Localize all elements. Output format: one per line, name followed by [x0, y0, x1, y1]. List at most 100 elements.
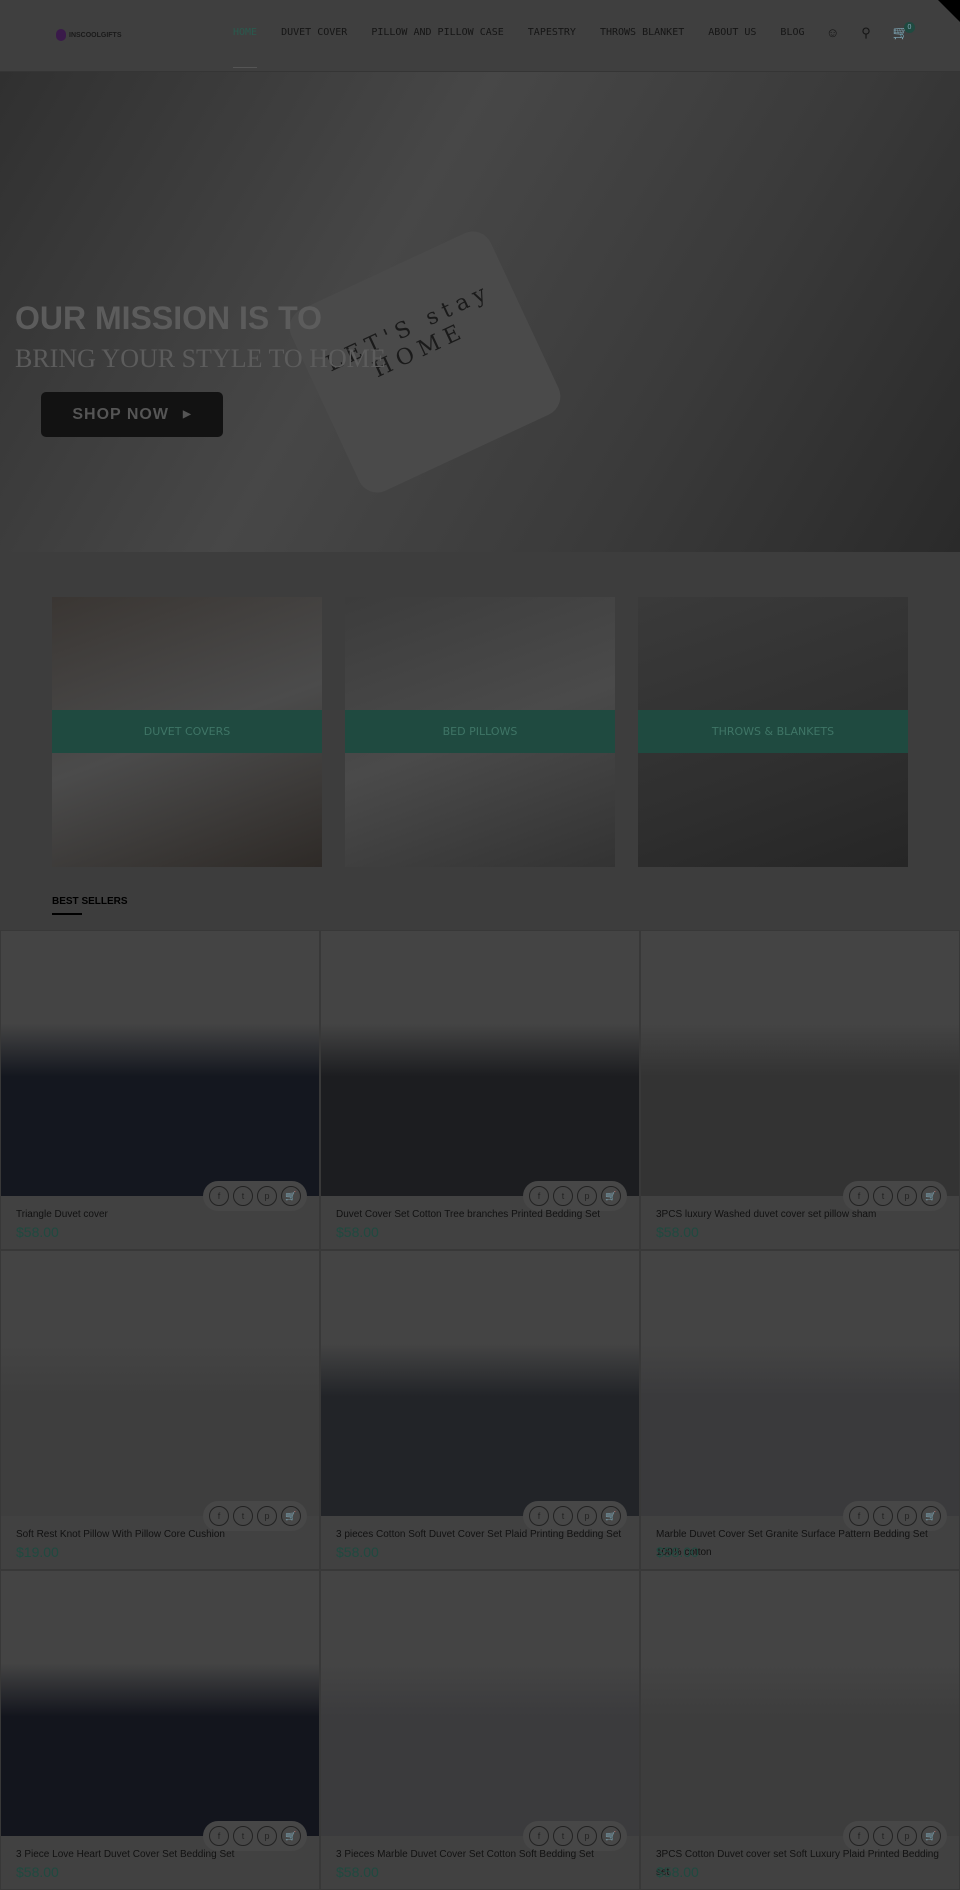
product-title[interactable]: Marble Duvet Cover Set Granite Surface P…: [656, 1526, 949, 1562]
twitter-icon[interactable]: t: [873, 1506, 893, 1526]
product-price: $58.00: [656, 1544, 699, 1560]
facebook-icon[interactable]: f: [529, 1186, 549, 1206]
product-image[interactable]: [321, 931, 639, 1196]
twitter-icon[interactable]: t: [233, 1826, 253, 1846]
product-card[interactable]: f t p 🛒 3 Piece Love Heart Duvet Cover Set …: [0, 1570, 320, 1890]
nav-home[interactable]: HOME: [233, 27, 258, 68]
twitter-icon[interactable]: t: [233, 1506, 253, 1526]
twitter-icon[interactable]: t: [553, 1826, 573, 1846]
product-card[interactable]: f t p 🛒 Duvet Cover Set Cotton Tree branche…: [320, 930, 640, 1250]
section-heading: BEST SELLERS: [52, 896, 128, 907]
product-card[interactable]: f t p 🛒 3 Pieces Marble Duvet Cover Set Cot…: [320, 1570, 640, 1890]
category-bed-pillows[interactable]: BED PILLOWS: [345, 597, 615, 867]
pinterest-icon[interactable]: p: [897, 1826, 917, 1846]
product-image[interactable]: [641, 931, 959, 1196]
hero-subtitle: BRING YOUR STYLE TO HOME: [15, 344, 386, 373]
logo-mark-icon: [56, 29, 66, 41]
add-to-cart-icon[interactable]: 🛒: [921, 1826, 941, 1846]
category-label: BED PILLOWS: [345, 710, 615, 753]
nav-duvet-cover[interactable]: DUVET COVER: [281, 27, 347, 38]
user-icon[interactable]: ☺: [826, 25, 839, 41]
facebook-icon[interactable]: f: [209, 1186, 229, 1206]
add-to-cart-icon[interactable]: 🛒: [921, 1506, 941, 1526]
product-title[interactable]: 3PCS Cotton Duvet cover set Soft Luxury …: [656, 1846, 949, 1882]
category-label: DUVET COVERS: [52, 710, 322, 753]
product-card[interactable]: f t p 🛒 Marble Duvet Cover Set Granite Surf…: [640, 1250, 960, 1570]
twitter-icon[interactable]: t: [553, 1506, 573, 1526]
facebook-icon[interactable]: f: [529, 1826, 549, 1846]
product-image[interactable]: [1, 1571, 319, 1836]
add-to-cart-icon[interactable]: 🛒: [281, 1186, 301, 1206]
product-price: $58.00: [16, 1224, 59, 1240]
product-card[interactable]: f t p 🛒 Triangle Duvet cover $58.00: [0, 930, 320, 1250]
product-price: $58.00: [336, 1864, 379, 1880]
product-price: $58.00: [16, 1864, 59, 1880]
product-card[interactable]: f t p 🛒 Soft Rest Knot Pillow With Pillow C…: [0, 1250, 320, 1570]
twitter-icon[interactable]: t: [873, 1186, 893, 1206]
nav-tapestry[interactable]: TAPESTRY: [528, 27, 576, 38]
add-to-cart-icon[interactable]: 🛒: [281, 1826, 301, 1846]
facebook-icon[interactable]: f: [209, 1826, 229, 1846]
product-price: $58.00: [336, 1224, 379, 1240]
product-title[interactable]: Soft Rest Knot Pillow With Pillow Core C…: [16, 1526, 309, 1544]
pinterest-icon[interactable]: p: [897, 1186, 917, 1206]
add-to-cart-icon[interactable]: 🛒: [281, 1506, 301, 1526]
shop-now-label: SHOP NOW: [72, 405, 169, 423]
cart-count-badge: 0: [904, 22, 915, 33]
pinterest-icon[interactable]: p: [897, 1506, 917, 1526]
product-card[interactable]: f t p 🛒 3PCS luxury Washed duvet cover set …: [640, 930, 960, 1250]
nav-blog[interactable]: BLOG: [780, 27, 804, 38]
play-arrow-icon: ▶: [182, 409, 192, 420]
pinterest-icon[interactable]: p: [257, 1826, 277, 1846]
category-label: THROWS & BLANKETS: [638, 710, 908, 753]
product-image[interactable]: [641, 1571, 959, 1836]
close-corner-button[interactable]: [938, 0, 960, 22]
product-price: $58.00: [336, 1544, 379, 1560]
pinterest-icon[interactable]: p: [577, 1506, 597, 1526]
product-title[interactable]: 3 Piece Love Heart Duvet Cover Set Beddi…: [16, 1846, 309, 1864]
add-to-cart-icon[interactable]: 🛒: [601, 1506, 621, 1526]
facebook-icon[interactable]: f: [209, 1506, 229, 1526]
pinterest-icon[interactable]: p: [577, 1186, 597, 1206]
facebook-icon[interactable]: f: [849, 1826, 869, 1846]
search-icon[interactable]: ⚲: [861, 25, 871, 41]
add-to-cart-icon[interactable]: 🛒: [601, 1186, 621, 1206]
product-image[interactable]: [321, 1571, 639, 1836]
logo-text: INSCOOLGIFTS: [69, 31, 122, 39]
add-to-cart-icon[interactable]: 🛒: [921, 1186, 941, 1206]
product-title[interactable]: 3PCS luxury Washed duvet cover set pillo…: [656, 1206, 949, 1224]
product-title[interactable]: Triangle Duvet cover: [16, 1206, 309, 1224]
twitter-icon[interactable]: t: [553, 1186, 573, 1206]
category-duvet-covers[interactable]: DUVET COVERS: [52, 597, 322, 867]
nav-pillow[interactable]: PILLOW AND PILLOW CASE: [371, 27, 503, 38]
twitter-icon[interactable]: t: [873, 1826, 893, 1846]
nav-throws-blanket[interactable]: THROWS BLANKET: [600, 27, 684, 38]
facebook-icon[interactable]: f: [529, 1506, 549, 1526]
product-card[interactable]: f t p 🛒 3 pieces Cotton Soft Duvet Cover Se…: [320, 1250, 640, 1570]
nav-about-us[interactable]: ABOUT US: [708, 27, 756, 38]
product-card[interactable]: f t p 🛒 3PCS Cotton Duvet cover set Soft Lu…: [640, 1570, 960, 1890]
main-nav: HOME DUVET COVER PILLOW AND PILLOW CASE …: [233, 27, 805, 68]
product-title[interactable]: 3 Pieces Marble Duvet Cover Set Cotton S…: [336, 1846, 629, 1864]
logo[interactable]: INSCOOLGIFTS: [56, 29, 122, 41]
twitter-icon[interactable]: t: [233, 1186, 253, 1206]
hero-title: OUR MISSION IS TO: [15, 300, 322, 336]
product-image[interactable]: [1, 1251, 319, 1516]
product-price: $19.00: [16, 1544, 59, 1560]
product-title[interactable]: Duvet Cover Set Cotton Tree branches Pri…: [336, 1206, 629, 1224]
pinterest-icon[interactable]: p: [577, 1826, 597, 1846]
site-header: INSCOOLGIFTS HOME DUVET COVER PILLOW AND…: [0, 0, 960, 72]
add-to-cart-icon[interactable]: 🛒: [601, 1826, 621, 1846]
product-price: $58.00: [656, 1864, 699, 1880]
heading-underline: [52, 913, 82, 915]
product-title[interactable]: 3 pieces Cotton Soft Duvet Cover Set Pla…: [336, 1526, 629, 1544]
facebook-icon[interactable]: f: [849, 1506, 869, 1526]
product-image[interactable]: [321, 1251, 639, 1516]
pinterest-icon[interactable]: p: [257, 1186, 277, 1206]
category-throws-blankets[interactable]: THROWS & BLANKETS: [638, 597, 908, 867]
facebook-icon[interactable]: f: [849, 1186, 869, 1206]
pinterest-icon[interactable]: p: [257, 1506, 277, 1526]
product-image[interactable]: [1, 931, 319, 1196]
shop-now-button[interactable]: SHOP NOW ▶: [41, 392, 223, 437]
product-image[interactable]: [641, 1251, 959, 1516]
